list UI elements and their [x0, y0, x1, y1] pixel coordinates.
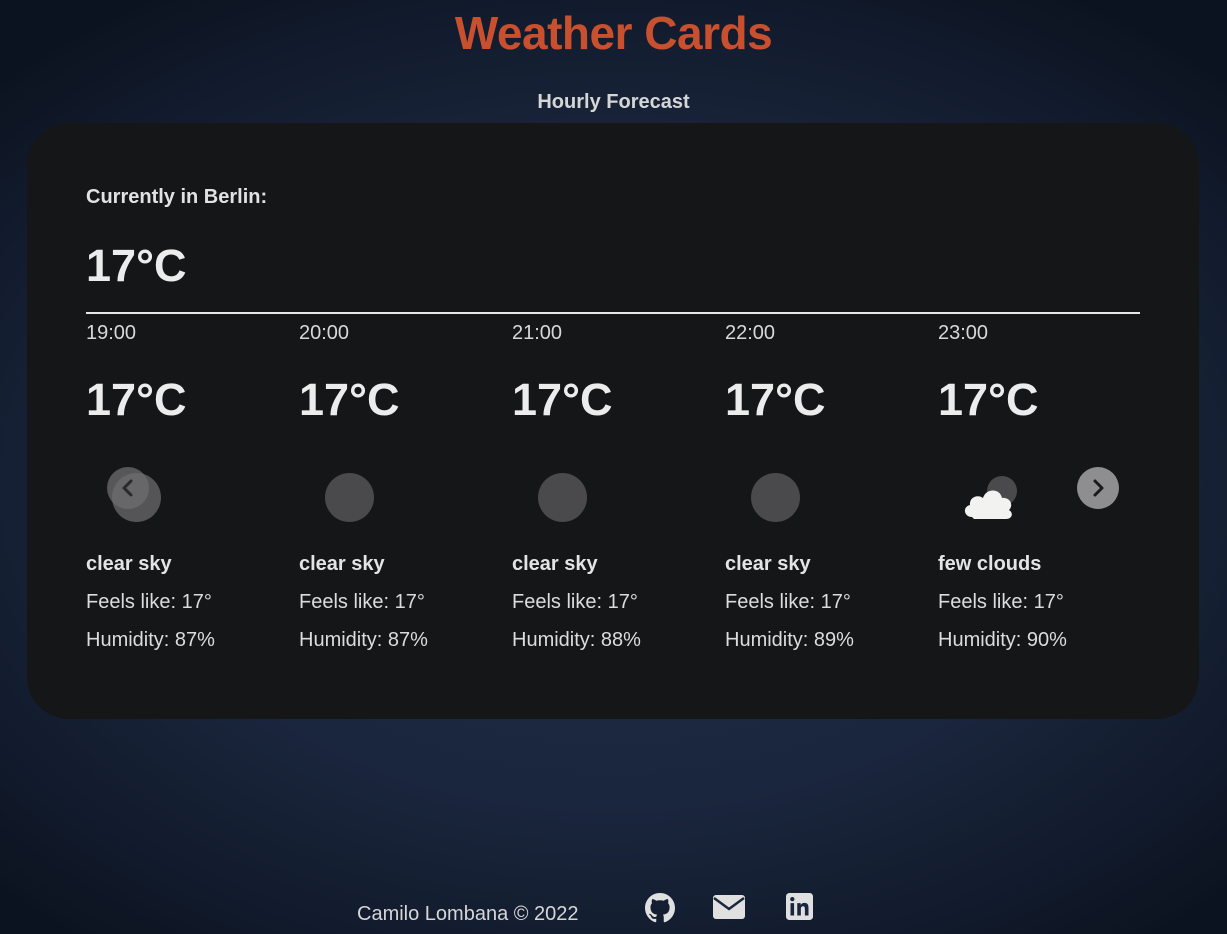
feels-like: Feels like: 17° [86, 591, 212, 613]
feels-like: Feels like: 17° [512, 591, 638, 613]
humidity: Humidity: 90% [938, 629, 1067, 651]
github-link[interactable] [645, 893, 675, 928]
weather-description: clear sky [725, 553, 811, 575]
mail-icon [713, 895, 745, 919]
hourly-forecast-carousel: 19:00 17°C clear sky Feels like: 17° Hum… [86, 319, 1140, 669]
hour-temperature: 17°C [299, 374, 400, 425]
hour-time: 20:00 [299, 322, 350, 344]
hour-card: 20:00 17°C clear sky Feels like: 17° Hum… [299, 319, 499, 659]
humidity: Humidity: 87% [299, 629, 428, 651]
hour-card: 22:00 17°C clear sky Feels like: 17° Hum… [725, 319, 925, 659]
app-title: Weather Cards [454, 7, 773, 59]
weather-card: Currently in Berlin: 17°C 19:00 17°C cle… [27, 123, 1199, 719]
humidity: Humidity: 89% [725, 629, 854, 651]
weather-description: few clouds [938, 553, 1042, 575]
hour-card: 21:00 17°C clear sky Feels like: 17° Hum… [512, 319, 712, 659]
hour-temperature: 17°C [938, 374, 1039, 425]
weather-description: clear sky [512, 553, 598, 575]
moon-icon [325, 473, 375, 523]
current-temperature: 17°C [86, 240, 187, 291]
feels-like: Feels like: 17° [299, 591, 425, 613]
linkedin-icon [786, 893, 813, 920]
moon-icon [751, 473, 801, 523]
weather-description: clear sky [299, 553, 385, 575]
moon-icon [538, 473, 588, 523]
carousel-next-button[interactable] [1077, 467, 1119, 509]
linkedin-link[interactable] [786, 893, 813, 925]
weather-description: clear sky [86, 553, 172, 575]
humidity: Humidity: 88% [512, 629, 641, 651]
copyright-text: Camilo Lombana © 2022 [357, 903, 579, 925]
hour-time: 19:00 [86, 322, 137, 344]
hour-temperature: 17°C [725, 374, 826, 425]
hour-time: 22:00 [725, 322, 776, 344]
chevron-left-icon [122, 479, 133, 497]
current-location-label: Currently in Berlin: [86, 186, 268, 208]
hour-time: 21:00 [512, 322, 563, 344]
hour-temperature: 17°C [512, 374, 613, 425]
github-icon [645, 893, 675, 923]
divider [86, 312, 1140, 314]
cloud-moon-icon [964, 473, 1017, 523]
chevron-right-icon [1093, 479, 1104, 497]
feels-like: Feels like: 17° [725, 591, 851, 613]
hour-temperature: 17°C [86, 374, 187, 425]
carousel-prev-button[interactable] [107, 467, 149, 509]
footer: Camilo Lombana © 2022 [0, 888, 1227, 934]
email-link[interactable] [713, 893, 745, 926]
hour-time: 23:00 [938, 322, 989, 344]
feels-like: Feels like: 17° [938, 591, 1064, 613]
humidity: Humidity: 87% [86, 629, 215, 651]
section-subtitle: Hourly Forecast [537, 91, 690, 113]
